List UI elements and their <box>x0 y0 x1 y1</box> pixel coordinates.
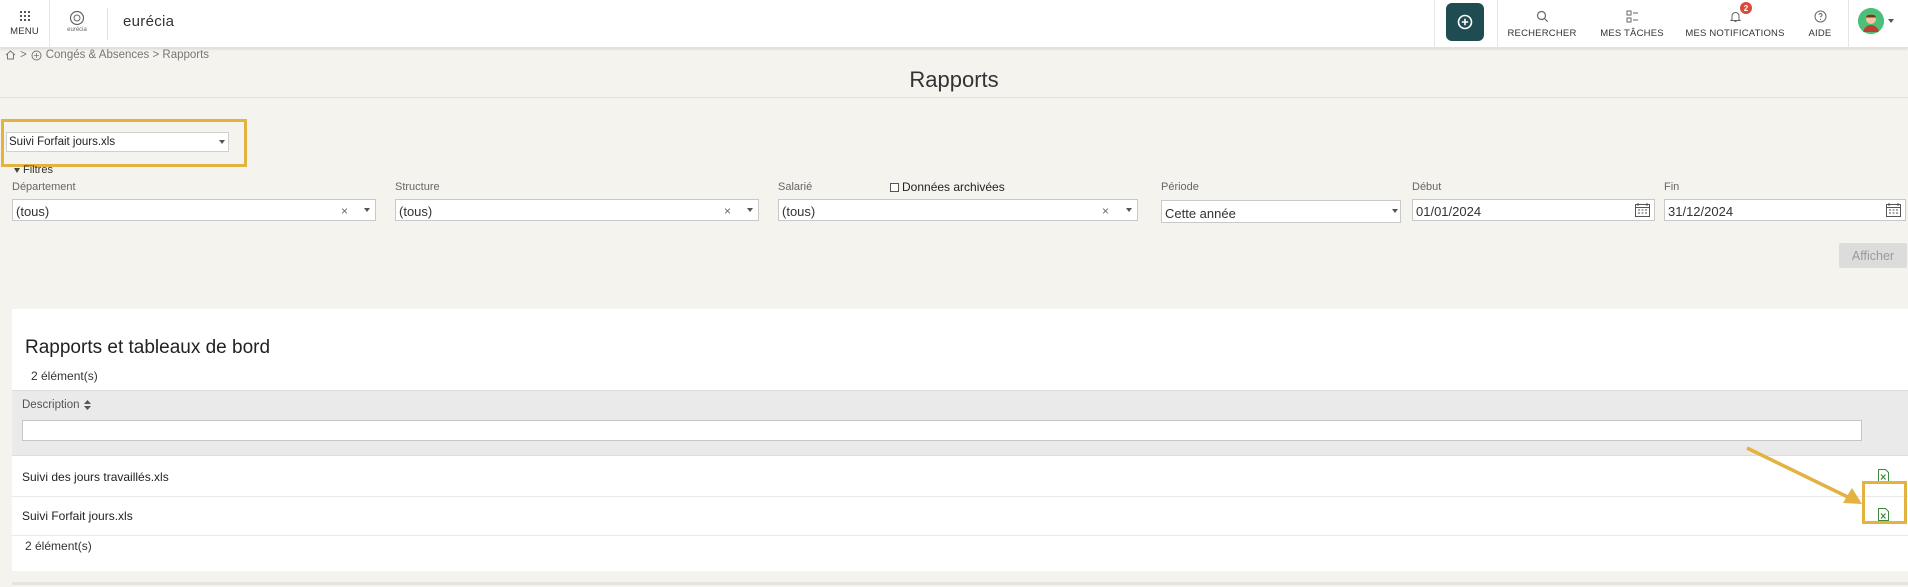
sort-icon[interactable] <box>83 400 91 410</box>
add-button[interactable] <box>1446 3 1484 41</box>
start-date-input[interactable]: 01/01/2024 <box>1412 199 1655 221</box>
menu-label: MENU <box>10 26 39 37</box>
logo-divider <box>107 8 108 40</box>
employee-select[interactable]: (tous) × <box>778 199 1138 221</box>
checkbox-icon[interactable] <box>890 182 899 192</box>
archived-data-label: Données archivées <box>902 180 1005 194</box>
end-date-input[interactable]: 31/12/2024 <box>1664 199 1906 221</box>
item-count-bottom: 2 élément(s) <box>25 539 92 553</box>
toolbar-divider <box>1434 0 1435 48</box>
absence-module-icon <box>31 50 42 60</box>
search-icon <box>1536 10 1548 22</box>
search-button[interactable]: RECHERCHER <box>1504 0 1580 48</box>
report-select-value: Suivi Forfait jours.xls <box>9 136 116 148</box>
title-divider <box>0 97 1908 98</box>
chevron-down-icon <box>219 140 225 144</box>
user-menu[interactable] <box>1858 8 1894 34</box>
end-date-label: Fin <box>1664 181 1680 193</box>
clear-icon[interactable]: × <box>1102 204 1109 218</box>
tasks-icon <box>1626 10 1638 22</box>
panel-bottom-border <box>12 582 1908 585</box>
department-value: (tous) <box>16 204 50 219</box>
home-icon[interactable] <box>5 50 16 60</box>
toolbar-divider <box>1497 0 1498 48</box>
bell-icon <box>1729 11 1741 22</box>
description-filter-input[interactable] <box>22 420 1862 441</box>
description-header-label: Description <box>22 399 80 411</box>
tasks-button[interactable]: MES TÂCHES <box>1592 0 1672 48</box>
chevron-down-icon <box>1888 19 1894 23</box>
grid-menu-icon <box>19 11 30 21</box>
structure-value: (tous) <box>399 204 433 219</box>
calendar-icon[interactable] <box>1635 203 1650 217</box>
department-select[interactable]: (tous) × <box>12 199 376 221</box>
help-button[interactable]: AIDE <box>1800 0 1840 48</box>
breadcrumb: > Congés & Absences > Rapports <box>5 49 209 61</box>
period-select[interactable]: Cette année <box>1161 200 1401 223</box>
caret-down-icon <box>14 167 20 173</box>
archived-data-checkbox[interactable]: Données archivées <box>890 180 1005 194</box>
toolbar-divider <box>1848 0 1849 48</box>
structure-label: Structure <box>395 181 440 193</box>
employee-value: (tous) <box>782 204 816 219</box>
chevron-down-icon <box>1392 209 1398 213</box>
chevron-down-icon <box>364 208 370 212</box>
calendar-icon[interactable] <box>1886 203 1901 217</box>
logo-icon <box>69 10 85 26</box>
structure-select[interactable]: (tous) × <box>395 199 759 221</box>
show-button[interactable]: Afficher <box>1839 243 1907 268</box>
reports-panel: Rapports et tableaux de bord 2 élément(s… <box>12 309 1908 571</box>
table-header: Description <box>12 390 1908 456</box>
employee-label: Salarié <box>778 181 813 193</box>
chevron-down-icon <box>1126 208 1132 212</box>
top-bar: MENU eurécia eurécia RECHERCHER MES TÂCH… <box>0 0 1908 48</box>
help-label: AIDE <box>1808 27 1832 39</box>
breadcrumb-separator: > <box>20 49 27 61</box>
period-value: Cette année <box>1165 206 1236 221</box>
clear-icon[interactable]: × <box>724 204 731 218</box>
help-icon <box>1814 10 1826 22</box>
start-date-label: Début <box>1412 181 1442 193</box>
breadcrumb-trail[interactable]: Congés & Absences > Rapports <box>46 49 209 61</box>
period-label: Période <box>1161 181 1199 193</box>
filters-label: Filtres <box>23 164 53 176</box>
report-name: Suivi des jours travaillés.xls <box>22 470 169 484</box>
user-avatar-icon <box>1858 8 1884 34</box>
reports-title: Rapports et tableaux de bord <box>25 337 271 358</box>
item-count-top: 2 élément(s) <box>31 369 98 383</box>
clear-icon[interactable]: × <box>341 204 348 218</box>
notifications-button[interactable]: MES NOTIFICATIONS 2 <box>1684 0 1786 48</box>
brand-name: eurécia <box>123 13 175 30</box>
tasks-label: MES TÂCHES <box>1600 27 1664 39</box>
eurecia-logo[interactable]: eurécia <box>60 10 94 38</box>
menu-button[interactable]: MENU <box>0 0 50 48</box>
download-highlight <box>1862 481 1907 524</box>
page-title: Rapports <box>909 67 999 92</box>
chevron-down-icon <box>747 208 753 212</box>
search-label: RECHERCHER <box>1507 27 1577 39</box>
logo-text: eurécia <box>67 27 87 33</box>
notification-badge: 2 <box>1740 2 1752 14</box>
notifications-label: MES NOTIFICATIONS <box>1685 27 1785 39</box>
description-column-header[interactable]: Description <box>22 399 91 411</box>
start-date-value: 01/01/2024 <box>1416 204 1482 219</box>
report-select[interactable]: Suivi Forfait jours.xls <box>6 132 229 152</box>
table-row[interactable]: Suivi Forfait jours.xls <box>12 497 1908 536</box>
plus-circle-icon <box>1457 14 1473 30</box>
avatar <box>1858 8 1884 34</box>
end-date-value: 31/12/2024 <box>1668 204 1734 219</box>
filters-toggle[interactable]: Filtres <box>14 164 53 176</box>
report-name: Suivi Forfait jours.xls <box>22 509 133 523</box>
table-row[interactable]: Suivi des jours travaillés.xls <box>12 458 1908 497</box>
department-label: Département <box>12 181 76 193</box>
